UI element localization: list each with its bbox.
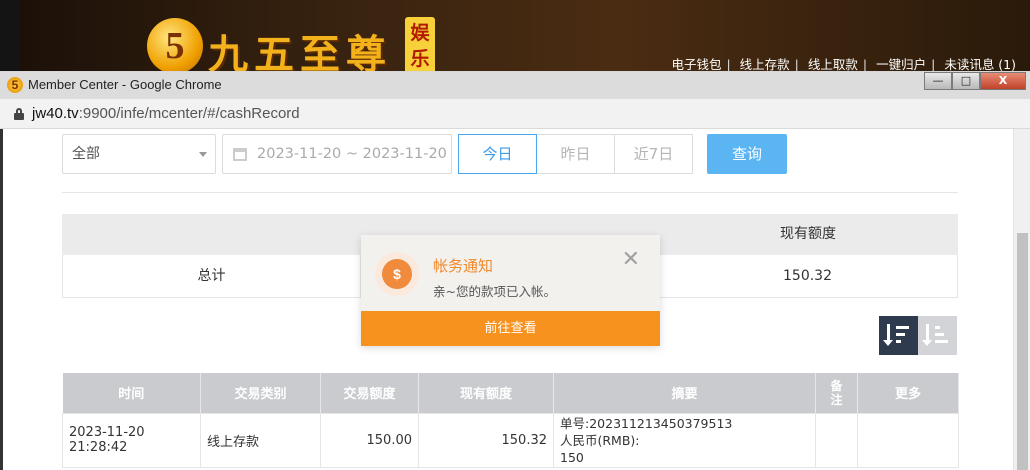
account-notification-popup: $ 帐务通知 亲~您的款项已入帐。 ✕ 前往查看	[361, 235, 660, 346]
date-range-value: 2023-11-20 ~ 2023-11-20	[257, 146, 447, 162]
tab-today[interactable]: 今日	[458, 134, 537, 174]
col-time-header[interactable]: 时间	[62, 373, 201, 413]
chevron-down-icon	[199, 152, 207, 157]
col-summary-header[interactable]: 摘要	[553, 373, 816, 413]
close-window-button[interactable]: X	[980, 72, 1026, 90]
sort-ascending-button[interactable]	[918, 316, 957, 355]
site-favicon-icon: 5	[7, 77, 23, 93]
summary-total-balance: 150.32	[657, 255, 957, 297]
chrome-popup-window: 5 Member Center - Google Chrome — □ X jw…	[0, 71, 1030, 470]
url-text[interactable]: jw40.tv:9900/infe/mcenter/#/cashRecord	[32, 105, 300, 122]
window-title: Member Center - Google Chrome	[28, 77, 222, 92]
close-icon[interactable]: ✕	[622, 249, 640, 271]
summary-balance-header: 现有额度	[780, 226, 836, 242]
address-bar[interactable]: jw40.tv:9900/infe/mcenter/#/cashRecord	[0, 99, 1030, 129]
site-logo-icon: 5	[147, 18, 203, 74]
window-titlebar[interactable]: 5 Member Center - Google Chrome — □ X	[0, 72, 1030, 99]
cell-time: 2023-11-20 21:28:42	[62, 412, 201, 468]
minimize-button[interactable]: —	[924, 72, 952, 90]
cell-more[interactable]	[857, 412, 959, 468]
cash-record-table: 时间 交易类别 交易额度 现有额度 摘要 备注 更多 2023-11-20 21…	[62, 373, 959, 468]
notification-title: 帐务通知	[433, 257, 494, 275]
nav-messages-link[interactable]: 未读讯息 (1)	[944, 57, 1016, 72]
query-button[interactable]: 查询	[707, 134, 787, 174]
sort-ascending-icon	[922, 324, 932, 346]
site-logo-badge: 娱乐	[405, 17, 435, 75]
dollar-glyph: $	[382, 259, 412, 289]
table-header-row: 时间 交易类别 交易额度 现有额度 摘要 备注 更多	[62, 373, 959, 413]
lock-icon	[14, 108, 24, 120]
page-content: 全部 2023-11-20 ~ 2023-11-20 今日 昨日 近7日 查询 …	[0, 129, 1030, 470]
notification-message: 亲~您的款项已入帐。	[433, 284, 556, 299]
url-host: jw40.tv	[32, 105, 79, 122]
maximize-button[interactable]: □	[952, 72, 980, 90]
nav-consolidate-link[interactable]: 一键归户	[876, 57, 926, 72]
dollar-coin-icon: $	[375, 252, 419, 296]
summary-currency: 人民币(RMB):	[560, 433, 640, 448]
view-details-button[interactable]: 前往查看	[361, 311, 660, 346]
url-path: :9900/infe/mcenter/#/cashRecord	[78, 105, 300, 122]
col-more-header[interactable]: 更多	[857, 373, 959, 413]
tab-yesterday[interactable]: 昨日	[536, 134, 615, 174]
cell-category: 线上存款	[200, 412, 321, 468]
nav-withdraw-link[interactable]: 线上取款	[808, 57, 858, 72]
sort-descending-icon	[883, 324, 893, 346]
window-left-border	[0, 129, 3, 470]
date-quick-tabs: 今日 昨日 近7日	[458, 134, 693, 174]
calendar-icon	[233, 148, 247, 161]
cell-remark	[815, 412, 858, 468]
date-range-input[interactable]: 2023-11-20 ~ 2023-11-20	[222, 134, 452, 174]
vertical-scrollbar[interactable]	[1013, 129, 1030, 470]
tab-last-7-days[interactable]: 近7日	[614, 134, 693, 174]
sort-descending-button[interactable]	[879, 316, 918, 355]
col-category-header[interactable]: 交易类别	[200, 373, 321, 413]
cell-balance: 150.32	[418, 412, 554, 468]
col-amount-header[interactable]: 交易额度	[320, 373, 419, 413]
cell-summary: 单号:202311213450379513 人民币(RMB): 150	[553, 412, 816, 468]
transaction-type-value: 全部	[72, 146, 100, 162]
table-row[interactable]: 2023-11-20 21:28:42 线上存款 150.00 150.32 单…	[62, 412, 959, 468]
scrollbar-thumb[interactable]	[1017, 233, 1028, 470]
summary-amount: 150	[560, 450, 584, 465]
transaction-type-select[interactable]: 全部	[62, 134, 216, 174]
divider	[62, 192, 958, 193]
cell-amount: 150.00	[320, 412, 419, 468]
window-controls: — □ X	[924, 72, 1026, 92]
site-header-background: 5 九五至尊 娱乐 电子钱包 | 线上存款 | 线上取款 | 一键归户 | 未读讯息 (…	[0, 0, 1030, 80]
summary-order-no: 单号:202311213450379513	[560, 416, 733, 431]
col-balance-header[interactable]: 现有额度	[418, 373, 554, 413]
summary-total-label: 总计	[63, 255, 361, 297]
nav-wallet-link[interactable]: 电子钱包	[671, 57, 721, 72]
nav-deposit-link[interactable]: 线上存款	[740, 57, 790, 72]
col-remark-header[interactable]: 备注	[815, 373, 858, 413]
